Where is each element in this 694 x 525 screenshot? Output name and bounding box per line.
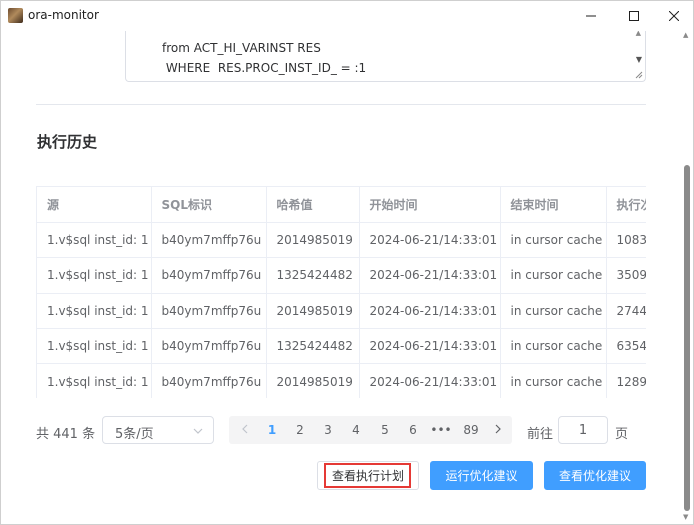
table-row[interactable]: 1.v$sql inst_id: 1 b40ym7mffp76u 2014985… — [37, 363, 646, 398]
cell-exec-count: 1289 — [606, 363, 646, 398]
goto-page-input[interactable] — [558, 416, 608, 444]
cell-sql-id: b40ym7mffp76u — [151, 257, 267, 294]
app-logo-icon — [8, 8, 23, 23]
cell-hash: 2014985019 — [266, 222, 360, 259]
window-title: ora-monitor — [28, 8, 99, 22]
prev-page-button[interactable] — [233, 416, 257, 444]
cell-source: 1.v$sql inst_id: 1 — [37, 257, 152, 294]
cell-hash: 1325424482 — [266, 257, 360, 294]
cell-source: 1.v$sql inst_id: 1 — [37, 293, 152, 330]
run-advice-button[interactable]: 运行优化建议 — [430, 461, 533, 490]
more-pages-ellipsis[interactable]: ••• — [428, 416, 454, 444]
cell-exec-count: 3509 — [606, 257, 646, 294]
cell-start-time: 2024-06-21/14:33:01 — [359, 328, 501, 365]
cell-end-time: in cursor cache — [500, 328, 607, 365]
cell-hash: 1325424482 — [266, 328, 360, 365]
scroll-down-icon[interactable]: ▼ — [683, 513, 688, 521]
view-advice-button[interactable]: 查看优化建议 — [544, 461, 646, 490]
close-button[interactable] — [651, 1, 693, 31]
cell-start-time: 2024-06-21/14:33:01 — [359, 257, 501, 294]
cell-end-time: in cursor cache — [500, 222, 607, 259]
page-number-89[interactable]: 89 — [456, 416, 486, 444]
chevron-right-icon — [495, 424, 501, 434]
cell-source: 1.v$sql inst_id: 1 — [37, 222, 152, 259]
table-row[interactable]: 1.v$sql inst_id: 1 b40ym7mffp76u 1325424… — [37, 328, 646, 365]
pagination: 共 441 条 5条/页 1 2 3 4 5 6 ••• 89 前往 1 页 — [1, 416, 693, 446]
title-bar: ora-monitor — [1, 1, 693, 31]
goto-label: 前往 — [527, 427, 554, 442]
close-icon — [669, 11, 679, 21]
page-number-4[interactable]: 4 — [343, 416, 369, 444]
cell-start-time: 2024-06-21/14:33:01 — [359, 363, 501, 398]
divider — [36, 104, 646, 105]
dialog-content: from ACT_HI_VARINST RES WHERE RES.PROC_I… — [1, 31, 693, 524]
column-header[interactable]: 哈希值 — [266, 187, 360, 223]
page-size-select[interactable]: 5条/页 — [102, 416, 214, 444]
sql-textarea[interactable]: from ACT_HI_VARINST RES WHERE RES.PROC_I… — [125, 31, 646, 82]
textarea-scroll-down-icon[interactable]: ▼ — [636, 55, 642, 64]
app-window: ora-monitor from ACT_HI_VARINST RES WHER… — [0, 0, 694, 525]
page-navigator: 1 2 3 4 5 6 ••• 89 — [229, 416, 512, 444]
column-header[interactable]: 源 — [37, 187, 152, 223]
page-number-3[interactable]: 3 — [315, 416, 341, 444]
cell-start-time: 2024-06-21/14:33:01 — [359, 222, 501, 259]
scroll-up-icon[interactable]: ▲ — [683, 31, 688, 39]
page-size-value: 5条/页 — [115, 427, 154, 442]
next-page-button[interactable] — [487, 416, 509, 444]
minimize-button[interactable] — [568, 1, 614, 31]
cell-exec-count: 2744 — [606, 293, 646, 330]
cell-sql-id: b40ym7mffp76u — [151, 293, 267, 330]
column-header[interactable]: 执行次 — [606, 187, 646, 223]
cell-end-time: in cursor cache — [500, 363, 607, 398]
table-header-row: 源 SQL标识 哈希值 开始时间 结束时间 执行次 — [37, 187, 646, 223]
textarea-scroll-up-icon[interactable]: ▲ — [636, 31, 641, 37]
page-suffix-label: 页 — [615, 427, 629, 442]
cell-end-time: in cursor cache — [500, 257, 607, 294]
page-number-5[interactable]: 5 — [372, 416, 398, 444]
cell-sql-id: b40ym7mffp76u — [151, 363, 267, 398]
chevron-down-icon — [193, 428, 203, 434]
total-count: 共 441 条 — [36, 427, 96, 442]
maximize-icon — [629, 11, 639, 21]
sql-line: from ACT_HI_VARINST RES — [162, 41, 321, 55]
cell-exec-count: 1083 — [606, 222, 646, 259]
cell-end-time: in cursor cache — [500, 293, 607, 330]
cell-sql-id: b40ym7mffp76u — [151, 328, 267, 365]
table-row[interactable]: 1.v$sql inst_id: 1 b40ym7mffp76u 1325424… — [37, 257, 646, 294]
sql-line: WHERE RES.PROC_INST_ID_ = :1 — [162, 61, 367, 75]
history-table: 源 SQL标识 哈希值 开始时间 结束时间 执行次 1.v$sql inst_i… — [36, 186, 646, 398]
scrollbar-thumb[interactable] — [684, 165, 690, 511]
resize-handle-icon[interactable] — [635, 71, 643, 79]
page-number-1[interactable]: 1 — [259, 416, 285, 444]
chevron-left-icon — [242, 424, 248, 434]
column-header[interactable]: SQL标识 — [151, 187, 267, 223]
section-title: 执行历史 — [37, 133, 98, 151]
cell-source: 1.v$sql inst_id: 1 — [37, 328, 152, 365]
view-plan-button[interactable]: 查看执行计划 — [317, 461, 419, 490]
cell-hash: 2014985019 — [266, 363, 360, 398]
cell-hash: 2014985019 — [266, 293, 360, 330]
page-number-6[interactable]: 6 — [400, 416, 426, 444]
table-row[interactable]: 1.v$sql inst_id: 1 b40ym7mffp76u 2014985… — [37, 222, 646, 259]
cell-sql-id: b40ym7mffp76u — [151, 222, 267, 259]
table-row[interactable]: 1.v$sql inst_id: 1 b40ym7mffp76u 2014985… — [37, 293, 646, 330]
cell-start-time: 2024-06-21/14:33:01 — [359, 293, 501, 330]
column-header[interactable]: 开始时间 — [359, 187, 501, 223]
minimize-icon — [586, 15, 596, 17]
page-number-2[interactable]: 2 — [287, 416, 313, 444]
vertical-scrollbar[interactable]: ▲ ▼ — [681, 31, 693, 524]
column-header[interactable]: 结束时间 — [500, 187, 607, 223]
cell-source: 1.v$sql inst_id: 1 — [37, 363, 152, 398]
cell-exec-count: 6354 — [606, 328, 646, 365]
